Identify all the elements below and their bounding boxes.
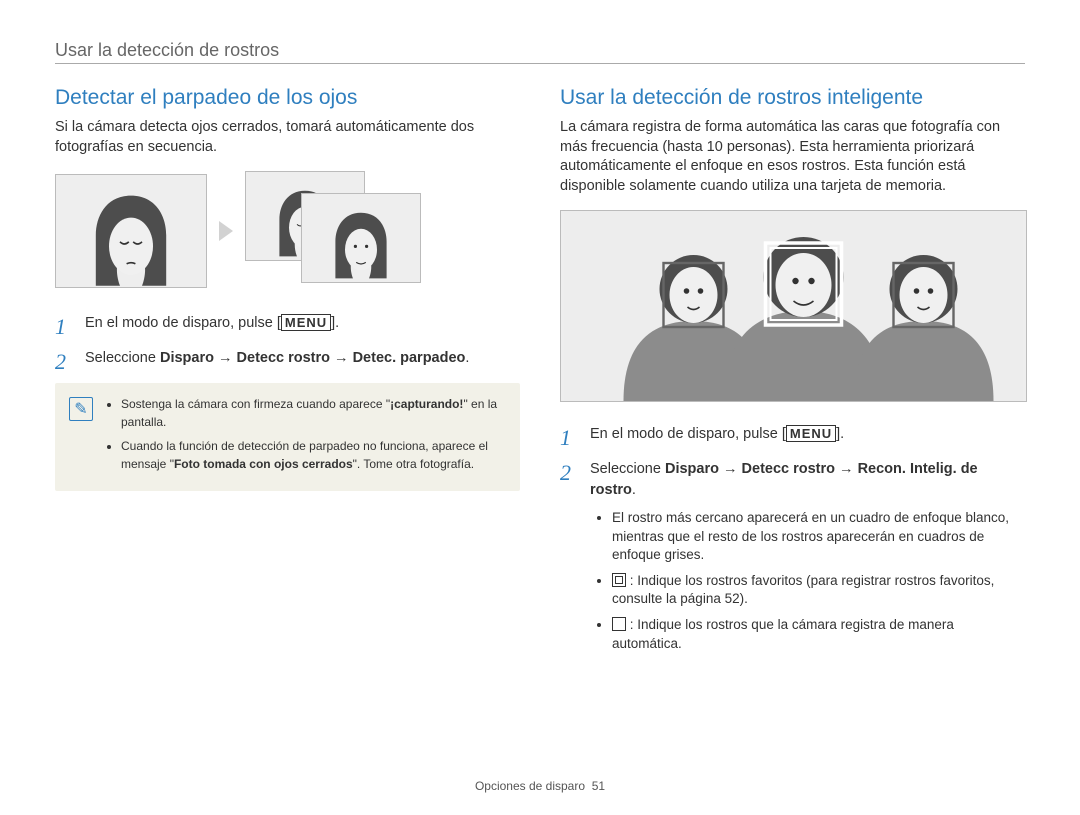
menu-kbd: MENU <box>786 425 836 442</box>
note-box: ✎ Sostenga la cámara con firmeza cuando … <box>55 383 520 491</box>
smart-face-steps: 1 En el modo de disparo, pulse [MENU]. 2… <box>560 424 1025 653</box>
favorite-frame-icon <box>612 573 626 587</box>
footer-page: 51 <box>592 779 605 793</box>
smart-step-1: 1 En el modo de disparo, pulse [MENU]. <box>560 424 1025 445</box>
arrow: → <box>719 461 742 477</box>
step-text: Seleccione <box>85 350 160 366</box>
smart-face-title: Usar la detección de rostros inteligente <box>560 86 1025 110</box>
photo-sequence <box>245 171 425 291</box>
step-bold: Detec. parpadeo <box>353 350 466 366</box>
manual-page: Usar la detección de rostros Detectar el… <box>0 0 1080 815</box>
note-text: ". Tome otra fotografía. <box>353 457 474 471</box>
note-item: Sostenga la cámara con firmeza cuando ap… <box>121 395 506 431</box>
step-text: En el modo de disparo, pulse [ <box>590 426 786 442</box>
blink-step-2: 2 Seleccione Disparo → Detecc rostro → D… <box>55 348 520 369</box>
menu-kbd: MENU <box>281 314 331 331</box>
sub-bullet: : Indique los rostros que la cámara regi… <box>612 616 1025 652</box>
sub-bullet: El rostro más cercano aparecerá en un cu… <box>612 509 1025 564</box>
step-text: En el modo de disparo, pulse [ <box>85 315 281 331</box>
arrow: → <box>835 461 858 477</box>
step-bold: Detecc rostro <box>742 461 835 477</box>
arrow-right-icon <box>219 221 233 241</box>
note-text: Sostenga la cámara con firmeza cuando ap… <box>121 397 390 411</box>
note-icon: ✎ <box>69 397 93 421</box>
blink-detect-intro: Si la cámara detecta ojos cerrados, toma… <box>55 118 520 157</box>
page-footer: Opciones de disparo 51 <box>0 779 1080 793</box>
note-bold: ¡capturando! <box>390 397 463 411</box>
blink-detect-title: Detectar el parpadeo de los ojos <box>55 86 520 110</box>
sub-bullet: : Indique los rostros favoritos (para re… <box>612 572 1025 608</box>
sub-text: : Indique los rostros favoritos (para re… <box>612 573 994 606</box>
blink-step-1: 1 En el modo de disparo, pulse [MENU]. <box>55 313 520 334</box>
step-text: Seleccione <box>590 461 665 477</box>
right-column: Usar la detección de rostros inteligente… <box>560 86 1025 667</box>
smart-face-intro: La cámara registra de forma automática l… <box>560 118 1025 196</box>
note-bold: Foto tomada con ojos cerrados <box>174 457 353 471</box>
step-text: ]. <box>331 315 339 331</box>
sub-text: : Indique los rostros que la cámara regi… <box>612 617 954 650</box>
photo-seq-b <box>301 193 421 283</box>
step-bold: Disparo <box>665 461 719 477</box>
running-header: Usar la detección de rostros <box>55 40 1025 61</box>
step-text: . <box>465 350 469 366</box>
step-bold: Disparo <box>160 350 214 366</box>
auto-frame-icon <box>612 617 626 631</box>
group-photo <box>560 210 1027 402</box>
step-text: ]. <box>836 426 844 442</box>
arrow: → <box>330 350 353 366</box>
arrow: → <box>214 350 237 366</box>
step-text: . <box>632 482 636 498</box>
footer-section: Opciones de disparo <box>475 779 585 793</box>
smart-step-2: 2 Seleccione Disparo → Detecc rostro → R… <box>560 459 1025 653</box>
note-item: Cuando la función de detección de parpad… <box>121 437 506 473</box>
header-divider <box>55 63 1025 64</box>
blink-steps: 1 En el modo de disparo, pulse [MENU]. 2… <box>55 313 520 369</box>
photo-eyes-closed <box>55 174 207 288</box>
left-column: Detectar el parpadeo de los ojos Si la c… <box>55 86 520 667</box>
blink-examples <box>55 171 520 291</box>
step-bold: Detecc rostro <box>237 350 330 366</box>
